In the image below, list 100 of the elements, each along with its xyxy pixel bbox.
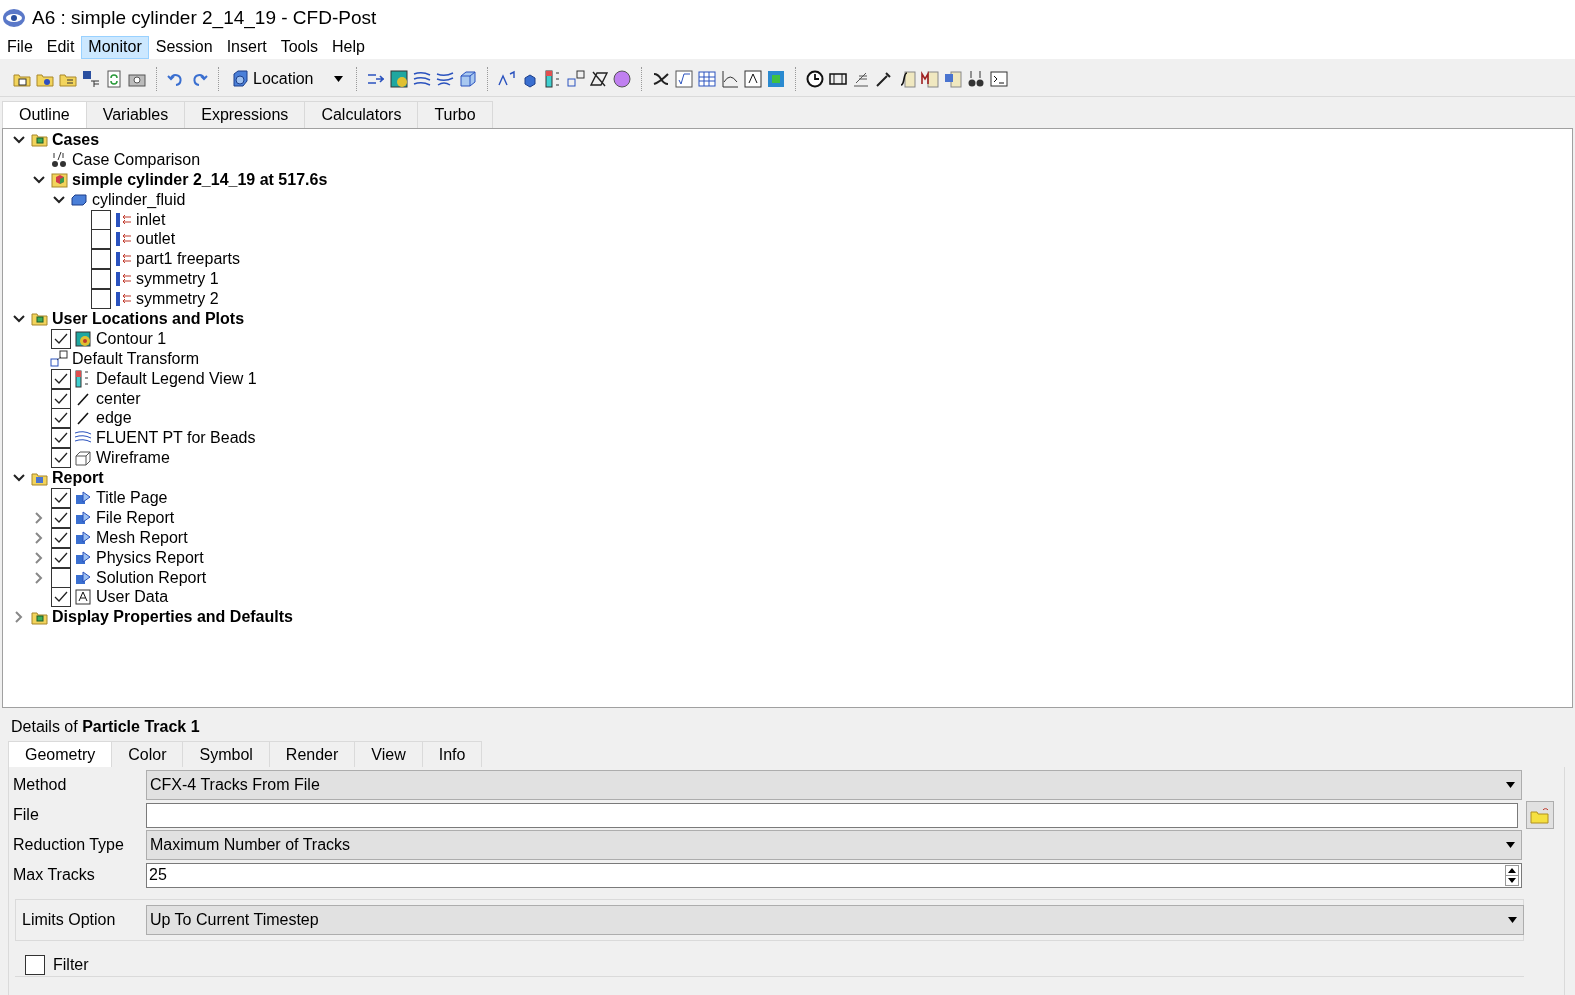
tab[interactable]: Outline (2, 101, 87, 128)
folder-icon (30, 132, 48, 148)
tree-item[interactable]: symmetry 1 (136, 270, 219, 289)
menu-item[interactable]: Monitor (81, 35, 149, 59)
streamline-icon[interactable] (412, 69, 431, 88)
input-field[interactable] (146, 802, 1518, 828)
function-icon[interactable] (674, 69, 693, 88)
check-icon (54, 452, 68, 465)
caret-icon (333, 75, 343, 82)
checkbox[interactable] (51, 587, 71, 608)
boundary-icon (114, 251, 132, 268)
tree-item[interactable]: Default Legend View 1 (96, 369, 257, 388)
tree-item[interactable]: Contour 1 (96, 329, 167, 348)
checkbox[interactable] (51, 567, 71, 588)
checkbox[interactable] (51, 328, 71, 349)
probe-icon[interactable] (874, 69, 893, 88)
menu-item[interactable]: Help (325, 35, 372, 59)
dropdown[interactable]: Up To Current Timestep (146, 905, 1524, 935)
dropdown[interactable]: CFX-4 Tracks From File (146, 770, 1522, 800)
caret-icon (1506, 842, 1515, 848)
tree-item[interactable]: Cases (52, 130, 100, 149)
spin-field[interactable]: 25 (146, 862, 1522, 888)
checkbox[interactable] (91, 229, 111, 250)
checkbox[interactable] (51, 408, 71, 429)
menu-item[interactable]: Insert (219, 35, 274, 59)
check-icon (54, 492, 68, 504)
tree-item[interactable]: Wireframe (96, 449, 170, 468)
checkbox[interactable] (91, 209, 111, 230)
tree-item[interactable]: User Data (96, 588, 169, 607)
tree-item[interactable]: Case Comparison (72, 150, 201, 169)
location-button[interactable]: Location (228, 69, 347, 88)
chevron-right-icon[interactable] (33, 551, 45, 564)
tree-item[interactable]: center (96, 389, 141, 408)
tree-item[interactable]: Mesh Report (96, 528, 188, 547)
text-icon[interactable] (743, 69, 762, 88)
chevron-right-icon[interactable] (33, 531, 45, 544)
tree-item[interactable]: Solution Report (96, 568, 207, 587)
particle-track-icon[interactable] (435, 69, 454, 88)
tree-item[interactable]: File Report (96, 508, 175, 527)
field-label: Max Tracks (13, 866, 96, 884)
tree-item[interactable]: outlet (136, 230, 176, 249)
checkbox[interactable] (25, 954, 45, 975)
check-icon (54, 332, 68, 345)
console-icon[interactable] (989, 69, 1008, 88)
colored-block-icon[interactable] (766, 69, 785, 88)
checkbox[interactable] (51, 547, 71, 568)
checkbox[interactable] (91, 269, 111, 290)
checkbox[interactable] (51, 428, 71, 449)
clip-plane-icon[interactable] (589, 69, 608, 88)
tree-item[interactable]: Title Page (96, 488, 168, 507)
checkbox[interactable] (51, 388, 71, 409)
tab[interactable]: Info (421, 741, 483, 767)
tab[interactable]: Turbo (417, 101, 493, 128)
tree-item[interactable]: inlet (136, 210, 166, 229)
checkbox[interactable] (51, 448, 71, 469)
checkbox[interactable] (51, 507, 71, 528)
tree-item[interactable]: Default Transform (72, 349, 200, 368)
tree-item[interactable]: FLUENT PT for Beads (96, 429, 256, 448)
chevron-right-icon[interactable] (13, 611, 25, 624)
checkbox[interactable] (91, 289, 111, 310)
checkbox[interactable] (51, 488, 71, 508)
field-label: Reduction Type (13, 836, 125, 854)
chevron-down-icon[interactable] (33, 173, 45, 186)
refresh-icon[interactable] (105, 69, 123, 88)
dropdown[interactable]: Maximum Number of Tracks (146, 830, 1522, 860)
tree-item[interactable]: part1 freeparts (136, 250, 241, 269)
checkbox[interactable] (51, 527, 71, 548)
chevron-right-icon[interactable] (33, 511, 45, 524)
checkbox[interactable] (51, 368, 71, 389)
tab[interactable]: Geometry (8, 741, 113, 767)
chevron-down-icon[interactable] (13, 312, 25, 325)
contour-icon[interactable] (389, 69, 408, 88)
tree-item[interactable]: Display Properties and Defaults (52, 608, 293, 627)
legend-icon (75, 369, 91, 388)
chevron-down-icon[interactable] (13, 133, 25, 146)
chart-icon[interactable] (720, 69, 739, 88)
legend-icon[interactable] (543, 69, 562, 88)
table-icon[interactable] (697, 69, 716, 88)
chevron-right-icon[interactable] (33, 571, 45, 584)
menu-item[interactable]: File (0, 35, 40, 59)
menu-item[interactable]: Edit (39, 35, 82, 59)
caret-icon (1506, 782, 1515, 788)
tree-item[interactable]: Physics Report (96, 548, 204, 567)
tree-item[interactable]: Report (52, 469, 104, 488)
tree-item[interactable]: simple cylinder 2_14_19 at 517.6s (72, 170, 328, 189)
menu-item[interactable]: Session (148, 35, 220, 59)
menu-item[interactable]: Tools (273, 35, 325, 59)
check-icon (54, 432, 68, 445)
tree-item[interactable]: edge (96, 409, 132, 428)
tree-item[interactable]: symmetry 2 (136, 290, 219, 309)
chevron-down-icon[interactable] (53, 193, 65, 206)
field-label: File (13, 806, 40, 824)
checkbox[interactable] (91, 249, 111, 270)
location-icon (232, 70, 249, 87)
clock-icon[interactable] (805, 69, 824, 88)
cube-icon[interactable] (458, 69, 477, 88)
tree-item[interactable]: User Locations and Plots (52, 309, 245, 328)
binoculars-icon[interactable] (966, 69, 985, 88)
text-icon (75, 589, 91, 606)
tree-item[interactable]: cylinder_fluid (92, 190, 186, 209)
